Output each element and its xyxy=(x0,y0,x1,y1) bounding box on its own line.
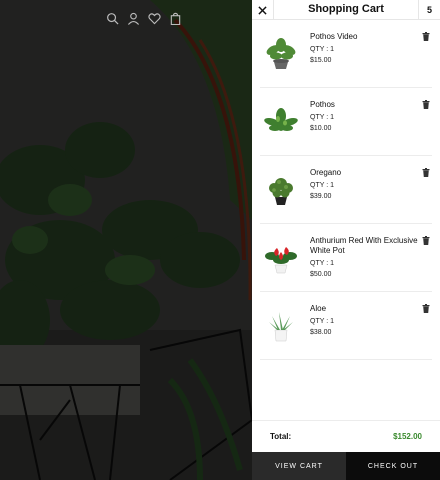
item-info: Aloe QTY : 1 $38.00 xyxy=(310,304,420,336)
header-icons xyxy=(106,12,182,25)
trash-icon[interactable] xyxy=(422,32,430,41)
item-name[interactable]: Pothos Video xyxy=(310,32,420,42)
check-out-button[interactable]: CHECK OUT xyxy=(346,452,440,480)
plant-thumb-oregano[interactable] xyxy=(264,170,298,206)
item-name[interactable]: Anthurium Red With Exclusive White Pot xyxy=(310,236,420,256)
cart-count-badge: 5 xyxy=(418,0,440,20)
item-price: $15.00 xyxy=(310,57,332,64)
item-name[interactable]: Pothos xyxy=(310,100,420,110)
item-info: Pothos QTY : 1 $10.00 xyxy=(310,100,420,132)
plant-thumb-pothos[interactable] xyxy=(264,102,298,138)
user-icon[interactable] xyxy=(127,12,140,25)
plant-thumb-aloe[interactable] xyxy=(264,306,298,342)
cart-item: Pothos QTY : 1 $10.00 xyxy=(260,88,432,156)
item-price: $50.00 xyxy=(310,271,332,278)
item-qty: QTY : 1 xyxy=(310,46,334,53)
item-name[interactable]: Aloe xyxy=(310,304,420,314)
cart-header: Shopping Cart 5 xyxy=(252,0,440,20)
item-price: $39.00 xyxy=(310,193,332,200)
cart-drawer: Shopping Cart 5 Pothos Video QTY : 1 $15… xyxy=(252,0,440,480)
item-qty: QTY : 1 xyxy=(310,182,334,189)
dim-overlay xyxy=(0,0,252,480)
item-qty: QTY : 1 xyxy=(310,260,334,267)
bag-icon[interactable] xyxy=(169,12,182,25)
item-qty: QTY : 1 xyxy=(310,318,334,325)
cart-item: Anthurium Red With Exclusive White Pot Q… xyxy=(260,224,432,292)
total-value: $152.00 xyxy=(393,432,422,441)
item-info: Anthurium Red With Exclusive White Pot Q… xyxy=(310,236,420,278)
item-info: Oregano QTY : 1 $39.00 xyxy=(310,168,420,200)
item-info: Pothos Video QTY : 1 $15.00 xyxy=(310,32,420,64)
background-scene xyxy=(0,0,252,480)
cart-item: Aloe QTY : 1 $38.00 xyxy=(260,292,432,360)
view-cart-button[interactable]: VIEW CART xyxy=(252,452,346,480)
close-button[interactable] xyxy=(252,0,274,20)
cart-items-list: Pothos Video QTY : 1 $15.00 Pothos QTY :… xyxy=(252,20,440,360)
item-price: $38.00 xyxy=(310,329,332,336)
cart-item: Oregano QTY : 1 $39.00 xyxy=(260,156,432,224)
cart-item: Pothos Video QTY : 1 $15.00 xyxy=(260,20,432,88)
item-price: $10.00 xyxy=(310,125,332,132)
cart-total-row: Total: $152.00 xyxy=(252,420,440,452)
trash-icon[interactable] xyxy=(422,100,430,109)
plant-thumb-anthurium[interactable] xyxy=(264,238,298,274)
cart-title: Shopping Cart xyxy=(308,3,384,15)
search-icon[interactable] xyxy=(106,12,119,25)
cart-actions: VIEW CART CHECK OUT xyxy=(252,452,440,480)
trash-icon[interactable] xyxy=(422,304,430,313)
total-label: Total: xyxy=(270,432,292,441)
item-qty: QTY : 1 xyxy=(310,114,334,121)
trash-icon[interactable] xyxy=(422,236,430,245)
plant-thumb-pothos-video[interactable] xyxy=(264,34,298,70)
item-name[interactable]: Oregano xyxy=(310,168,420,178)
trash-icon[interactable] xyxy=(422,168,430,177)
heart-icon[interactable] xyxy=(148,12,161,25)
close-icon xyxy=(258,5,267,15)
